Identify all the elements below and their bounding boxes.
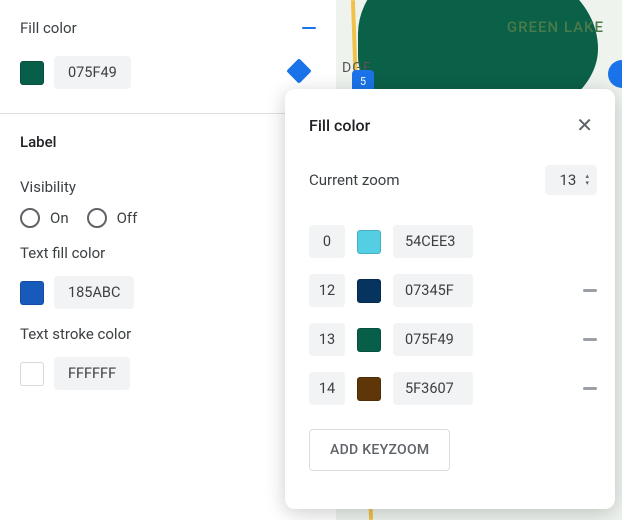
text-stroke-hex-input[interactable]: FFFFFF <box>54 357 130 390</box>
keyzoom-swatch[interactable] <box>357 279 381 303</box>
radio-label: On <box>50 209 69 227</box>
map-control-pill[interactable] <box>608 60 622 88</box>
current-zoom-stepper[interactable]: 13 ▴▾ <box>545 165 597 195</box>
label-section-title: Label <box>20 133 56 151</box>
keyzoom-swatch[interactable] <box>357 230 381 254</box>
text-stroke-swatch[interactable] <box>20 362 44 386</box>
keyzoom-zoom-input[interactable]: 12 <box>309 274 345 307</box>
close-icon[interactable]: ✕ <box>572 111 597 139</box>
keyzoom-stop-row: 14 5F3607 <box>309 372 597 405</box>
keyzoom-hex-input[interactable]: 54CEE3 <box>393 225 473 258</box>
keyzoom-swatch[interactable] <box>357 377 381 401</box>
radio-icon <box>87 208 107 228</box>
keyzoom-stop-row: 0 54CEE3 <box>309 225 597 258</box>
radio-icon <box>20 208 40 228</box>
add-keyzoom-button[interactable]: ADD KEYZOOM <box>309 429 450 471</box>
text-fill-hex-input[interactable]: 185ABC <box>54 276 134 309</box>
keyzoom-hex-input[interactable]: 5F3607 <box>393 372 473 405</box>
fill-color-popover: Fill color ✕ Current zoom 13 ▴▾ 0 54CEE3 1… <box>285 89 615 509</box>
fill-color-title: Fill color <box>20 19 77 37</box>
stepper-arrows-icon[interactable]: ▴▾ <box>585 173 589 187</box>
current-zoom-label: Current zoom <box>309 171 400 189</box>
collapse-icon[interactable] <box>302 27 316 30</box>
keyzoom-stops-list: 0 54CEE3 12 07345F 13 075F49 14 5F3607 <box>309 225 597 405</box>
popover-title: Fill color <box>309 116 370 135</box>
current-zoom-value: 13 <box>559 171 579 189</box>
keyzoom-stop-row: 12 07345F <box>309 274 597 307</box>
keyzoom-hex-input[interactable]: 07345F <box>393 274 473 307</box>
keyzoom-stop-row: 13 075F49 <box>309 323 597 356</box>
fill-color-hex-input[interactable]: 075F49 <box>54 56 131 89</box>
text-fill-swatch[interactable] <box>20 281 44 305</box>
remove-keyzoom-icon[interactable] <box>583 289 597 292</box>
visibility-off-radio[interactable]: Off <box>87 208 138 228</box>
keyzoom-hex-input[interactable]: 075F49 <box>393 323 473 356</box>
keyzoom-zoom-input[interactable]: 14 <box>309 372 345 405</box>
keyzoom-zoom-input[interactable]: 0 <box>309 225 345 258</box>
fill-color-swatch[interactable] <box>20 61 44 85</box>
keyzoom-zoom-input[interactable]: 13 <box>309 323 345 356</box>
keyzoom-swatch[interactable] <box>357 328 381 352</box>
visibility-on-radio[interactable]: On <box>20 208 69 228</box>
remove-keyzoom-icon[interactable] <box>583 338 597 341</box>
map-place-label: GREEN LAKE <box>507 18 604 36</box>
radio-label: Off <box>117 209 138 227</box>
remove-keyzoom-icon[interactable] <box>583 387 597 390</box>
